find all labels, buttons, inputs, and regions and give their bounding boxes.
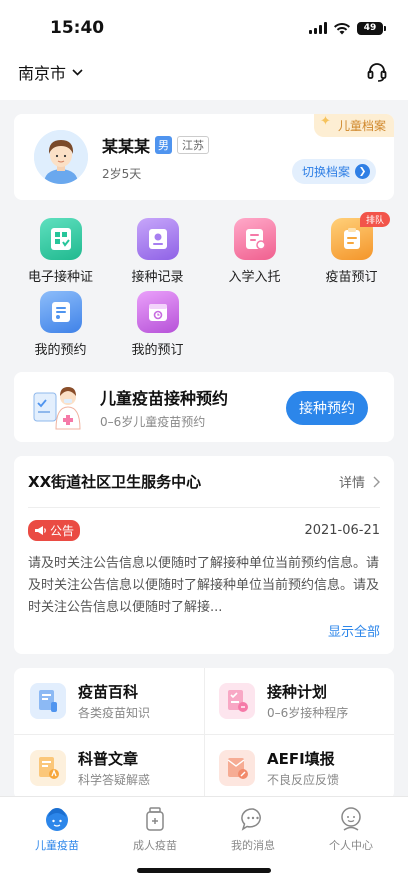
nurse-illustration-icon	[33, 387, 81, 430]
child-profile-card[interactable]: 某某某 男 江苏 2岁5天 ✦ 儿童档案 切换档案 ❯	[14, 114, 394, 200]
city-name: 南京市	[18, 64, 67, 83]
region-badge: 江苏	[177, 135, 210, 154]
menu-label: 电子接种证	[27, 270, 93, 285]
status-bar: 15:40 49	[0, 0, 408, 56]
megaphone-icon	[35, 526, 46, 535]
quick-links: 疫苗百科 各类疫苗知识 接种计划 0–6岁接种程序 科普文章 科学答疑解惑 AE…	[14, 668, 394, 800]
service-menu: 电子接种证 接种记录 入学入托 排队 疫苗预订 我的预约 我的预订	[0, 200, 408, 358]
child-name: 某某某	[102, 136, 151, 156]
vaccine-vial-icon	[146, 807, 164, 831]
tab-label: 成人疫苗	[133, 839, 177, 852]
tab-personal-center[interactable]: 个人中心	[306, 805, 396, 883]
customer-service-icon[interactable]	[366, 61, 388, 83]
menu-label: 疫苗预订	[325, 270, 378, 285]
quick-link-vaccination-plan[interactable]: 接种计划 0–6岁接种程序	[204, 668, 394, 734]
center-name: XX街道社区卫生服务中心	[28, 473, 202, 491]
certificate-icon	[39, 218, 82, 260]
child-face-icon	[46, 808, 68, 831]
article-icon	[30, 749, 66, 786]
switch-archive-button[interactable]: 切换档案 ❯	[291, 159, 376, 184]
show-all-link[interactable]: 显示全部	[28, 621, 380, 640]
notice-tag-label: 公告	[50, 524, 75, 538]
book-vaccination-button[interactable]: 接种预约	[286, 391, 368, 425]
quick-link-subtitle: 不良反应反馈	[267, 772, 340, 787]
user-profile-icon	[341, 807, 361, 831]
quick-link-title: 疫苗百科	[78, 683, 139, 701]
details-link[interactable]: 详情	[339, 472, 380, 491]
menu-item-vaccination-record[interactable]: 接种记录	[109, 218, 206, 285]
tab-label: 个人中心	[329, 839, 373, 852]
wifi-icon	[334, 22, 350, 34]
quick-link-title: 科普文章	[78, 749, 139, 768]
menu-item-my-appointments[interactable]: 我的预约	[12, 291, 109, 358]
record-icon	[136, 218, 179, 260]
quick-link-subtitle: 0–6岁接种程序	[267, 706, 349, 720]
archive-badge: ✦ 儿童档案	[313, 114, 394, 137]
tab-label: 我的消息	[231, 839, 275, 852]
menu-item-enrollment[interactable]: 入学入托	[206, 218, 303, 285]
quick-link-title: AEFI填报	[267, 749, 335, 768]
chevron-right-icon: ❯	[355, 164, 370, 179]
battery-level: 49	[357, 21, 383, 35]
city-selector[interactable]: 南京市	[18, 60, 83, 84]
enrollment-icon	[233, 218, 276, 260]
quick-link-vaccine-encyclopedia[interactable]: 疫苗百科 各类疫苗知识	[14, 668, 204, 734]
calendar-icon	[136, 291, 179, 333]
gender-badge: 男	[155, 135, 173, 154]
menu-item-vaccine-booking[interactable]: 排队 疫苗预订	[303, 212, 400, 285]
notice-row: 公告 2021-06-21	[28, 520, 380, 541]
appointment-title: 儿童疫苗接种预约	[100, 388, 229, 408]
top-bar: 南京市	[0, 56, 408, 88]
notice-text: 请及时关注公告信息以便随时了解接种单位当前预约信息。请及时关注公告信息以便随时了…	[28, 556, 380, 615]
home-indicator	[137, 868, 271, 873]
plan-icon	[219, 683, 255, 719]
queue-badge: 排队	[359, 212, 390, 227]
menu-item-my-bookings[interactable]: 我的预订	[109, 291, 206, 358]
chat-bubble-icon	[241, 808, 261, 831]
switch-archive-label: 切换档案	[301, 165, 350, 179]
menu-label: 入学入托	[228, 270, 281, 285]
archive-label: 儿童档案	[337, 119, 386, 133]
quick-link-science-articles[interactable]: 科普文章 科学答疑解惑	[14, 734, 204, 800]
cellular-signal-icon	[309, 22, 327, 34]
status-time: 15:40	[50, 18, 105, 38]
menu-label: 我的预约	[34, 343, 87, 358]
tab-child-vaccines[interactable]: 儿童疫苗	[12, 805, 102, 883]
menu-label: 接种记录	[131, 270, 184, 285]
sparkle-icon: ✦	[319, 114, 331, 129]
center-header: XX街道社区卫生服务中心 详情	[28, 456, 380, 508]
quick-link-aefi-report[interactable]: AEFI填报 不良反应反馈	[204, 734, 394, 800]
child-age: 2岁5天	[102, 166, 142, 181]
child-vaccine-appointment-card[interactable]: 儿童疫苗接种预约 0–6岁儿童疫苗预约 接种预约	[14, 372, 394, 442]
details-label: 详情	[338, 476, 365, 491]
notice-tag: 公告	[28, 520, 81, 541]
status-icons: 49	[309, 21, 386, 35]
menu-item-e-certificate[interactable]: 电子接种证	[12, 218, 109, 285]
avatar	[34, 130, 88, 184]
battery-icon: 49	[357, 21, 386, 35]
quick-link-title: 接种计划	[267, 683, 328, 701]
menu-label: 我的预订	[131, 343, 184, 358]
chevron-down-icon	[72, 68, 83, 76]
quick-link-subtitle: 科学答疑解惑	[78, 772, 151, 787]
aefi-report-icon	[219, 749, 255, 786]
appointment-list-icon	[39, 291, 82, 333]
notice-date: 2021-06-21	[304, 523, 380, 538]
tab-label: 儿童疫苗	[35, 839, 79, 852]
appointment-subtitle: 0–6岁儿童疫苗预约	[100, 414, 206, 429]
vaccine-book-icon	[30, 683, 66, 719]
service-center-card: XX街道社区卫生服务中心 详情 公告 2021-06-21 请及时关注公告信息以…	[14, 456, 394, 654]
quick-link-subtitle: 各类疫苗知识	[78, 706, 151, 720]
chevron-right-icon	[373, 476, 380, 487]
